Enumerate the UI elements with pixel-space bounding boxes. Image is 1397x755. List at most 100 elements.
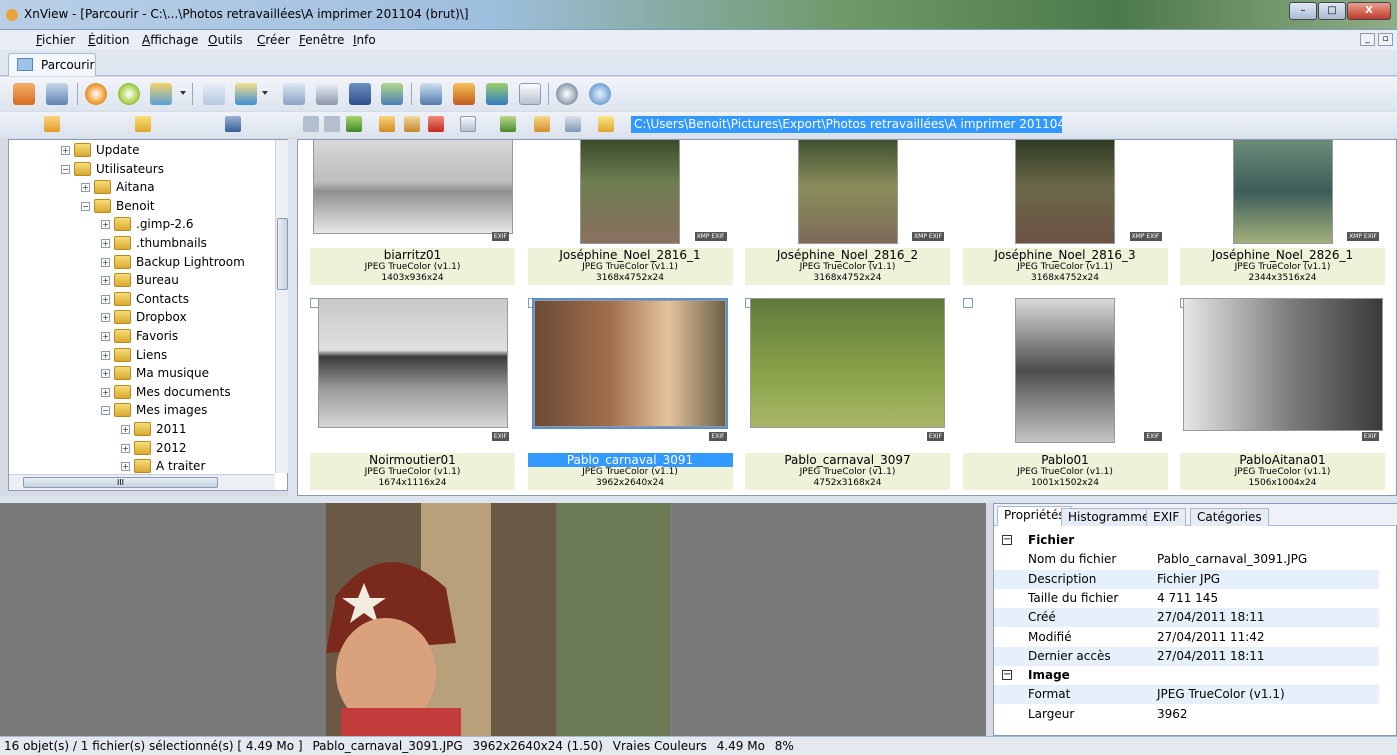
thumbnail-image-area[interactable]: EXIF [962, 298, 1168, 444]
mdi-restore-button[interactable]: ▫ [1378, 33, 1393, 46]
webpage-icon[interactable] [453, 83, 475, 105]
expand-icon[interactable]: − [101, 406, 110, 416]
menu-outils[interactable]: Outils [208, 33, 243, 47]
folder-icon [94, 180, 111, 195]
maximize-button[interactable]: □ [1318, 2, 1346, 20]
thumbnail-image-area[interactable]: XMP EXIF [1180, 140, 1385, 244]
thumbnail-image-area[interactable]: XMP EXIF [528, 140, 733, 244]
move-icon[interactable] [235, 83, 257, 105]
favorites-tab-icon[interactable] [135, 116, 151, 132]
expand-icon[interactable]: + [61, 146, 70, 155]
menu-creer[interactable]: Créer [257, 33, 290, 47]
thumbnail-image-area[interactable]: EXIF [310, 140, 515, 244]
filter-icon[interactable] [534, 116, 550, 132]
settings-gear-icon[interactable] [556, 83, 578, 105]
view-mode-icon[interactable] [460, 116, 476, 132]
select-checkbox[interactable] [962, 298, 973, 308]
property-key: Description [1028, 571, 1097, 586]
expand-icon[interactable]: − [81, 201, 90, 211]
dropdown-arrow-icon[interactable] [262, 91, 268, 95]
capture-icon[interactable] [420, 83, 442, 105]
rotate-left-icon[interactable] [85, 83, 107, 105]
collapse-icon[interactable]: − [1002, 670, 1012, 681]
thumbnail-dims: 3168x4752x24 [1031, 273, 1099, 283]
thumbnail-image-area[interactable]: XMP EXIF [963, 140, 1168, 244]
delete-icon[interactable] [428, 116, 444, 132]
up-folder-icon[interactable] [346, 116, 362, 132]
folder-icon [114, 291, 131, 306]
expand-icon[interactable]: + [101, 239, 110, 248]
add-favorite-icon[interactable] [598, 116, 614, 132]
collapse-icon[interactable]: − [1002, 535, 1012, 545]
expand-icon[interactable]: + [101, 294, 110, 304]
close-button[interactable]: X [1347, 2, 1391, 20]
expand-icon[interactable]: + [101, 350, 110, 360]
pane-splitter-horizontal[interactable] [0, 496, 1397, 503]
thumbnail-photo [1232, 140, 1333, 244]
property-section[interactable]: − Fichier [994, 531, 1379, 550]
expand-icon[interactable]: + [101, 332, 110, 341]
thumbnail-image-area[interactable]: EXIF [527, 298, 733, 444]
path-input[interactable]: C:\Users\Benoit\Pictures\Export\Photos r… [631, 116, 1062, 133]
refresh-icon[interactable] [565, 116, 581, 132]
rename-icon[interactable] [404, 116, 420, 132]
menu-fichier[interactable]: Fichier [36, 33, 75, 47]
menu-affichage[interactable]: Affichage [142, 33, 198, 47]
scan-icon[interactable] [349, 83, 371, 105]
expand-icon[interactable]: + [121, 443, 130, 453]
tab-histogramme[interactable]: Histogramme [1061, 508, 1157, 526]
expand-icon[interactable]: + [101, 387, 110, 397]
thumbnail-image-area[interactable]: EXIF [745, 298, 950, 444]
expand-icon[interactable]: + [101, 276, 110, 286]
expand-icon[interactable]: − [61, 164, 70, 174]
thumbnail-name: Joséphine_Noel_2816_1 [559, 248, 701, 262]
expand-icon[interactable]: + [121, 425, 130, 434]
expand-icon[interactable]: + [81, 183, 90, 193]
thumbnail-type: JPEG TrueColor (v1.1) [364, 467, 461, 477]
tree-horizontal-scrollbar[interactable]: III [9, 474, 275, 490]
property-key: Image [1028, 668, 1070, 683]
new-folder-icon[interactable] [379, 116, 395, 132]
scroll-thumb[interactable] [277, 218, 288, 290]
thumbnail-image-area[interactable]: EXIF [1180, 298, 1385, 444]
expand-icon[interactable]: + [101, 369, 110, 379]
thumbnail-image-area[interactable]: EXIF [310, 298, 515, 444]
expand-icon[interactable]: + [101, 257, 110, 267]
tab-exif[interactable]: EXIF [1146, 508, 1187, 526]
property-section[interactable]: − Image [994, 666, 1379, 686]
expand-icon[interactable]: + [101, 313, 110, 323]
back-arrow-icon[interactable] [303, 116, 319, 132]
tree-vertical-scrollbar[interactable] [275, 140, 288, 473]
convert-icon[interactable] [150, 83, 172, 105]
print-icon[interactable] [316, 83, 338, 105]
thumbnail-image-area[interactable]: XMP EXIF [745, 140, 950, 244]
contact-sheet-icon[interactable] [519, 83, 541, 105]
batch-icon[interactable] [486, 83, 508, 105]
folders-tab-icon[interactable] [44, 116, 60, 132]
slideshow-icon[interactable] [381, 83, 403, 105]
dropdown-arrow-icon[interactable] [180, 91, 186, 95]
minimize-button[interactable]: – [1289, 2, 1317, 20]
forward-arrow-icon[interactable] [324, 116, 340, 132]
expand-icon[interactable]: + [101, 220, 110, 230]
pane-splitter-vertical[interactable] [288, 139, 297, 496]
categories-tab-icon[interactable] [225, 116, 241, 132]
info-icon[interactable] [589, 83, 611, 105]
copy-icon[interactable] [203, 83, 225, 105]
sort-icon[interactable] [500, 116, 516, 132]
menu-fenetre[interactable]: Fenêtre [299, 33, 344, 47]
expand-icon[interactable]: + [121, 462, 130, 472]
fullscreen-icon[interactable] [46, 83, 68, 105]
menu-info[interactable]: Info [353, 33, 376, 47]
thumbnail-dims: 1674x1116x24 [378, 478, 447, 488]
thumbnail-name: Pablo_carnaval_3091 [527, 453, 733, 467]
tab-categories[interactable]: Catégories [1190, 508, 1269, 526]
status-zoom: 8% [774, 739, 794, 753]
tab-parcourir[interactable]: Parcourir [8, 53, 96, 76]
menu-edition[interactable]: Édition [88, 33, 130, 47]
find-icon[interactable] [283, 83, 305, 105]
browser-icon[interactable] [13, 83, 35, 105]
mdi-minimize-button[interactable]: _ [1360, 33, 1375, 46]
rotate-right-icon[interactable] [118, 83, 140, 105]
scroll-thumb[interactable]: III [23, 477, 218, 488]
